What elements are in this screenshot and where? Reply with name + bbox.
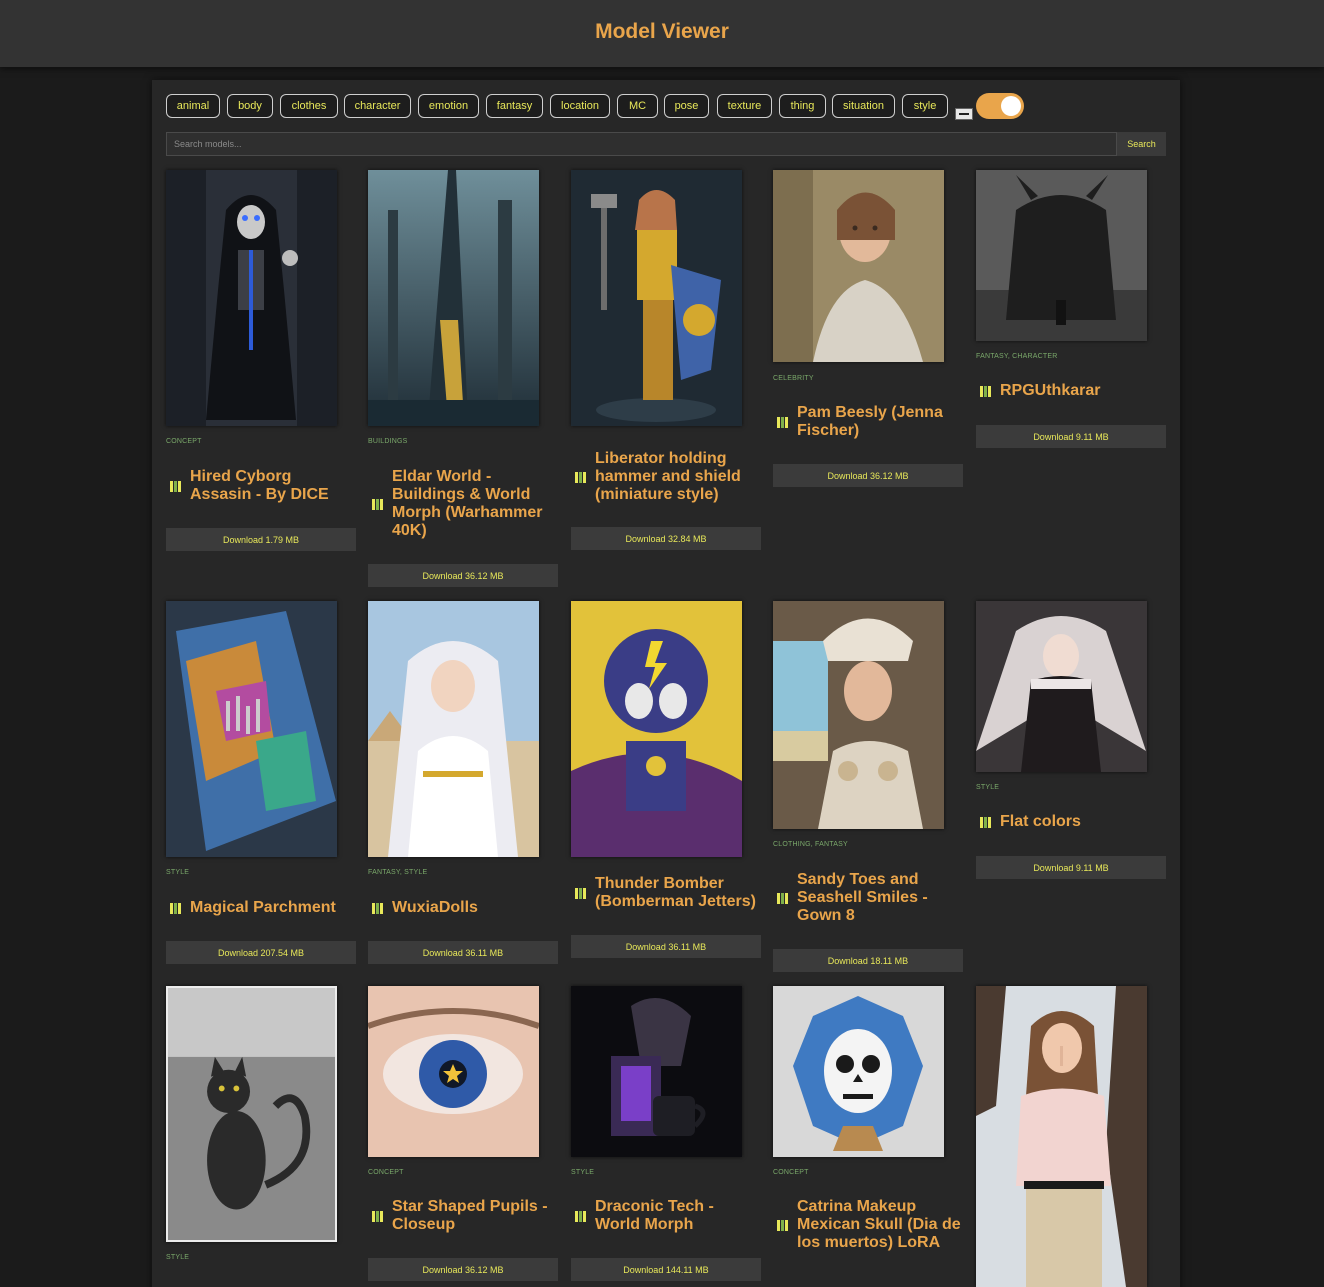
card-categories: CONCEPT — [166, 438, 202, 445]
tag-texture[interactable]: texture — [717, 94, 772, 118]
model-type-icon — [777, 892, 789, 904]
toggle-knob — [1001, 96, 1021, 116]
model-type-icon — [575, 471, 587, 483]
download-button[interactable]: Download 18.11 MB — [773, 949, 963, 972]
card-image[interactable] — [166, 601, 337, 857]
model-type-icon — [980, 816, 992, 828]
model-type-icon — [372, 902, 384, 914]
card-image[interactable] — [571, 601, 742, 857]
theme-toggle[interactable] — [976, 93, 1024, 119]
card-title-row: Eldar World - Buildings & World Morph (W… — [368, 468, 558, 540]
page-title: Model Viewer — [595, 20, 729, 43]
card-title[interactable]: Draconic Tech - World Morph — [595, 1198, 761, 1234]
download-button[interactable]: Download 36.12 MB — [773, 464, 963, 487]
card-image[interactable] — [976, 601, 1147, 772]
download-button[interactable]: Download 36.12 MB — [368, 564, 558, 587]
download-button[interactable]: Download 36.11 MB — [368, 941, 558, 964]
download-button[interactable]: Download 144.11 MB — [571, 1258, 761, 1281]
tag-style[interactable]: style — [902, 94, 948, 118]
card-title[interactable]: Magical Parchment — [190, 899, 336, 917]
card-image[interactable] — [368, 170, 539, 426]
model-type-icon — [777, 1219, 789, 1231]
download-button[interactable]: Download 36.11 MB — [571, 935, 761, 958]
card-title[interactable]: Hired Cyborg Assasin - By DICE — [190, 468, 356, 504]
search-button[interactable]: Search — [1117, 132, 1166, 156]
card-categories: STYLE — [166, 1254, 190, 1261]
tag-location[interactable]: location — [550, 94, 610, 118]
card-image[interactable] — [571, 170, 742, 426]
card-title-row: Catrina Makeup Mexican Skull (Dia de los… — [773, 1198, 963, 1252]
download-button[interactable]: Download 9.11 MB — [976, 856, 1166, 879]
tag-clothes[interactable]: clothes — [280, 94, 338, 118]
card-title-row: Sandy Toes and Seashell Smiles - Gown 8 — [773, 871, 963, 925]
card-image[interactable] — [571, 986, 742, 1157]
download-button[interactable]: Download 32.84 MB — [571, 527, 761, 550]
card-title-row: Flat colors — [976, 813, 1166, 831]
card-image[interactable] — [773, 601, 944, 829]
card-title-row: Star Shaped Pupils - Closeup — [368, 1198, 558, 1234]
card-title-row: RPGUthkarar — [976, 382, 1166, 400]
tag-animal[interactable]: animal — [166, 94, 220, 118]
card-title[interactable]: RPGUthkarar — [1000, 382, 1100, 400]
download-button[interactable]: Download 9.11 MB — [976, 425, 1166, 448]
download-button[interactable]: Download 36.12 MB — [368, 1258, 558, 1281]
card-image[interactable] — [166, 986, 337, 1242]
card-categories: BUILDINGS — [368, 438, 408, 445]
card-title-row: Magical Parchment — [166, 899, 356, 917]
search-input[interactable] — [166, 132, 1117, 156]
model-type-icon — [777, 416, 789, 428]
tag-character[interactable]: character — [344, 94, 411, 118]
card-title-row: Thunder Bomber (Bomberman Jetters) — [571, 875, 761, 911]
card-categories: CELEBRITY — [773, 375, 814, 382]
model-type-icon — [170, 480, 182, 492]
card-title[interactable]: Sandy Toes and Seashell Smiles - Gown 8 — [797, 871, 963, 925]
card-title[interactable]: Flat colors — [1000, 813, 1081, 831]
card-title[interactable]: Liberator holding hammer and shield (min… — [595, 450, 761, 504]
tag-fantasy[interactable]: fantasy — [486, 94, 543, 118]
card-categories: FANTASY, CHARACTER — [976, 353, 1058, 360]
model-type-icon — [372, 1210, 384, 1222]
card-categories: CLOTHING, FANTASY — [773, 841, 848, 848]
card-title[interactable]: Thunder Bomber (Bomberman Jetters) — [595, 875, 761, 911]
card-title[interactable]: Star Shaped Pupils - Closeup — [392, 1198, 558, 1234]
card-categories: STYLE — [571, 1169, 595, 1176]
card-title[interactable]: Pam Beesly (Jenna Fischer) — [797, 404, 963, 440]
card-image[interactable] — [976, 170, 1147, 341]
download-button[interactable]: Download 207.54 MB — [166, 941, 356, 964]
card-image[interactable] — [773, 170, 944, 362]
card-categories: STYLE — [976, 784, 1000, 791]
card-categories: CONCEPT — [773, 1169, 809, 1176]
header-bar: Model Viewer — [0, 0, 1324, 67]
minus-icon — [959, 113, 969, 115]
tag-emotion[interactable]: emotion — [418, 94, 479, 118]
model-type-icon — [372, 498, 384, 510]
card-title-row: WuxiaDolls — [368, 899, 558, 917]
tag-mc[interactable]: MC — [617, 94, 658, 118]
card-title-row: Liberator holding hammer and shield (min… — [571, 450, 761, 504]
card-image[interactable] — [368, 601, 539, 857]
card-categories: FANTASY, STYLE — [368, 869, 428, 876]
tag-body[interactable]: body — [227, 94, 273, 118]
download-button[interactable]: Download 1.79 MB — [166, 528, 356, 551]
card-image[interactable] — [368, 986, 539, 1157]
model-type-icon — [980, 385, 992, 397]
card-title-row: Draconic Tech - World Morph — [571, 1198, 761, 1234]
tag-situation[interactable]: situation — [832, 94, 895, 118]
model-type-icon — [170, 902, 182, 914]
model-type-icon — [575, 1210, 587, 1222]
card-categories: STYLE — [166, 869, 190, 876]
card-title-row: Pam Beesly (Jenna Fischer) — [773, 404, 963, 440]
collapse-button[interactable] — [955, 108, 973, 120]
tag-thing[interactable]: thing — [779, 94, 826, 118]
card-categories: CONCEPT — [368, 1169, 404, 1176]
model-type-icon — [575, 887, 587, 899]
card-image[interactable] — [166, 170, 337, 426]
tag-pose[interactable]: pose — [664, 94, 709, 118]
card-image[interactable] — [773, 986, 944, 1157]
card-image[interactable] — [976, 986, 1147, 1287]
card-title[interactable]: WuxiaDolls — [392, 899, 478, 917]
card-title[interactable]: Eldar World - Buildings & World Morph (W… — [392, 468, 558, 540]
card-title-row: Hired Cyborg Assasin - By DICE — [166, 468, 356, 504]
card-title[interactable]: Catrina Makeup Mexican Skull (Dia de los… — [797, 1198, 963, 1252]
